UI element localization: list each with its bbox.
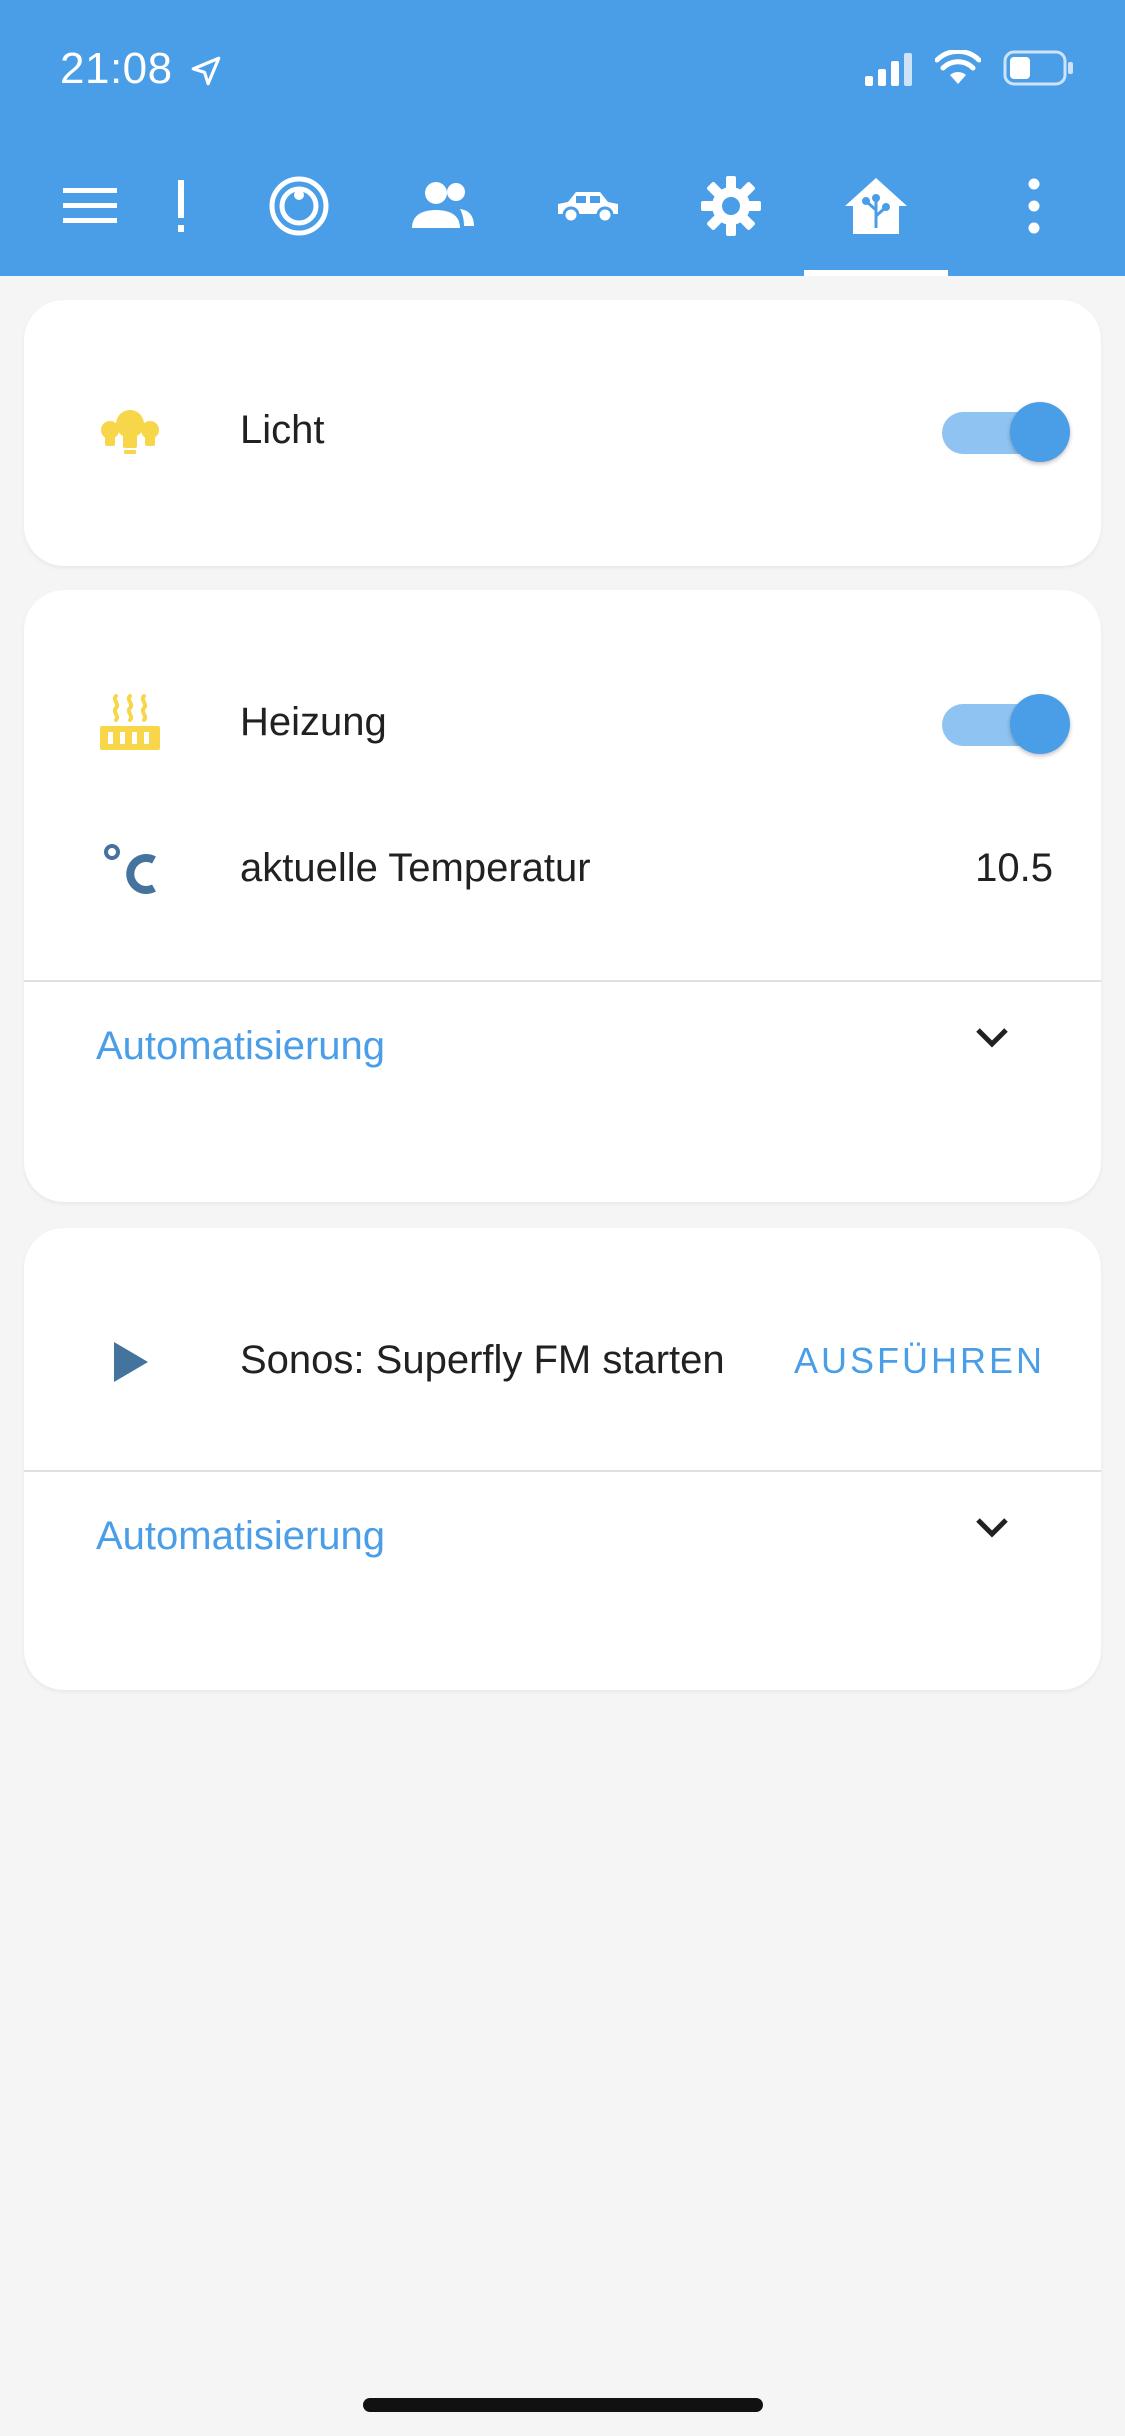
tab-vacuum[interactable] bbox=[263, 170, 335, 242]
run-button[interactable]: AUSFÜHREN bbox=[794, 1340, 1045, 1382]
tab-settings[interactable] bbox=[695, 170, 767, 242]
lightbulbs-icon bbox=[101, 410, 159, 454]
home-indicator[interactable] bbox=[363, 2398, 763, 2412]
heating-toggle[interactable] bbox=[942, 694, 1072, 754]
sonos-row: Sonos: Superfly FM starten AUSFÜHREN bbox=[24, 1312, 1101, 1412]
tab-home[interactable] bbox=[840, 170, 912, 242]
heating-icon-wrap bbox=[96, 690, 164, 758]
app-header: 21:08 bbox=[0, 0, 1125, 276]
robot-vacuum-icon bbox=[269, 176, 329, 236]
status-time: 21:08 bbox=[60, 44, 223, 94]
sonos-label: Sonos: Superfly FM starten bbox=[240, 1338, 725, 1382]
celsius-icon bbox=[104, 844, 156, 894]
light-toggle[interactable] bbox=[942, 402, 1072, 462]
heating-label: Heizung bbox=[240, 700, 387, 744]
gear-icon bbox=[701, 176, 761, 236]
automation-label: Automatisierung bbox=[96, 1514, 386, 1558]
tab-people[interactable] bbox=[407, 170, 479, 242]
tab-alerts[interactable] bbox=[145, 170, 217, 242]
temperature-icon-wrap bbox=[96, 836, 164, 904]
status-time-text: 21:08 bbox=[60, 44, 173, 93]
light-card: Licht bbox=[24, 300, 1101, 566]
temperature-value: 10.5 bbox=[975, 846, 1053, 890]
active-tab-indicator bbox=[804, 270, 948, 276]
location-arrow-icon bbox=[192, 57, 221, 86]
car-icon bbox=[558, 192, 618, 224]
light-label: Licht bbox=[240, 408, 325, 452]
people-icon bbox=[412, 182, 474, 228]
temperature-label: aktuelle Temperatur bbox=[240, 846, 591, 890]
battery-icon bbox=[1003, 50, 1073, 86]
alert-icon bbox=[178, 180, 184, 232]
temperature-row[interactable]: aktuelle Temperatur 10.5 bbox=[24, 820, 1101, 920]
more-menu-button[interactable] bbox=[998, 170, 1070, 242]
sonos-automation-expander[interactable]: Automatisierung bbox=[24, 1486, 1101, 1586]
hamburger-menu-icon bbox=[63, 188, 117, 223]
heating-automation-expander[interactable]: Automatisierung bbox=[24, 996, 1101, 1096]
chevron-down-icon bbox=[976, 1518, 1008, 1538]
light-row: Licht bbox=[24, 382, 1101, 482]
tab-car[interactable] bbox=[552, 170, 624, 242]
chevron-down-icon bbox=[976, 1028, 1008, 1048]
signal-icon bbox=[865, 53, 912, 86]
sonos-card: Sonos: Superfly FM starten AUSFÜHREN Aut… bbox=[24, 1228, 1101, 1690]
menu-button[interactable] bbox=[54, 170, 126, 242]
toggle-knob bbox=[1010, 694, 1070, 754]
play-icon bbox=[114, 1342, 148, 1382]
wifi-icon bbox=[935, 50, 981, 84]
heating-card: Heizung aktuelle Temperatur 10.5 Automat… bbox=[24, 590, 1101, 1202]
radiator-icon bbox=[100, 694, 160, 750]
heating-row: Heizung bbox=[24, 674, 1101, 774]
automation-label: Automatisierung bbox=[96, 1024, 386, 1068]
divider bbox=[24, 1470, 1101, 1472]
divider bbox=[24, 980, 1101, 982]
home-assistant-icon bbox=[845, 178, 907, 234]
play-icon-wrap bbox=[96, 1328, 164, 1396]
more-vertical-icon bbox=[1028, 178, 1040, 234]
light-icon-wrap bbox=[96, 398, 164, 466]
toggle-knob bbox=[1010, 402, 1070, 462]
